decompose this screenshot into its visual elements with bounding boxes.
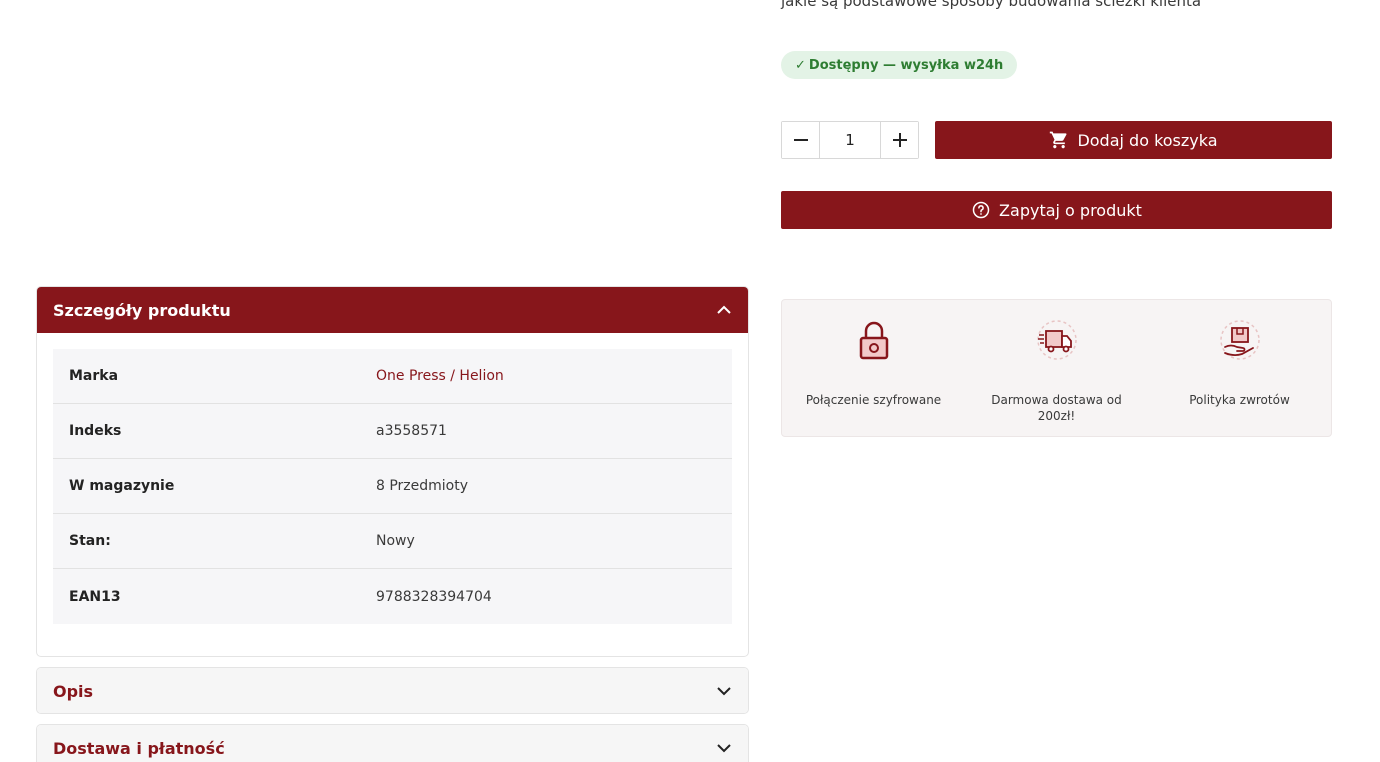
row-label: EAN13 bbox=[69, 588, 121, 605]
reassurance-item-returns: Polityka zwrotów bbox=[1148, 318, 1331, 436]
availability-text: Dostępny — wysyłka w24h bbox=[808, 57, 1004, 73]
padlock-icon bbox=[859, 321, 888, 360]
description-accordion: Opis bbox=[36, 667, 749, 714]
quantity-stepper bbox=[781, 121, 919, 159]
help-circle-icon bbox=[972, 201, 990, 219]
ask-about-product-button[interactable]: Zapytaj o produkt bbox=[781, 191, 1332, 229]
product-details-accordion: Szczegóły produktu Marka One Press / Hel… bbox=[36, 286, 749, 657]
product-details-table: Marka One Press / Helion Indeks a3558571… bbox=[53, 349, 732, 624]
shipping-payment-title: Dostawa i płatność bbox=[53, 738, 225, 758]
table-row: Indeks a3558571 bbox=[53, 404, 732, 459]
add-to-cart-label: Dodaj do koszyka bbox=[1077, 130, 1218, 150]
brand-link[interactable]: One Press / Helion bbox=[376, 368, 504, 384]
description-title: Opis bbox=[53, 681, 94, 701]
add-to-cart-button[interactable]: Dodaj do koszyka bbox=[935, 121, 1332, 159]
table-row: EAN13 9788328394704 bbox=[53, 569, 732, 624]
row-label: Marka bbox=[69, 368, 119, 384]
return-box-icon bbox=[1219, 320, 1260, 360]
row-value: 8 Przedmioty bbox=[376, 478, 469, 494]
product-description-snippet: jakie są podstawowe sposoby budowania śc… bbox=[781, 0, 1202, 10]
chevron-down-icon bbox=[717, 744, 731, 753]
table-row: Stan: Nowy bbox=[53, 514, 732, 569]
check-icon: ✓ bbox=[795, 57, 806, 73]
reassurance-label: Polityka zwrotów bbox=[1189, 393, 1290, 407]
chevron-down-icon bbox=[717, 687, 731, 696]
table-row: W magazynie 8 Przedmioty bbox=[53, 459, 732, 514]
row-label: Indeks bbox=[69, 423, 122, 439]
shipping-payment-accordion: Dostawa i płatność bbox=[36, 724, 749, 762]
row-value: 9788328394704 bbox=[376, 588, 492, 605]
plus-icon bbox=[892, 133, 907, 147]
row-label: W magazynie bbox=[69, 478, 175, 494]
shipping-payment-header[interactable]: Dostawa i płatność bbox=[37, 725, 748, 762]
product-details-title: Szczegóły produktu bbox=[53, 300, 231, 320]
row-value: Nowy bbox=[376, 533, 415, 549]
quantity-decrease-button[interactable] bbox=[782, 122, 819, 158]
availability-badge: ✓ Dostępny — wysyłka w24h bbox=[781, 51, 1018, 79]
product-details-header[interactable]: Szczegóły produktu bbox=[37, 287, 748, 333]
table-row: Marka One Press / Helion bbox=[53, 349, 732, 404]
reassurance-label: Darmowa dostawa od 200zł! bbox=[991, 393, 1122, 423]
row-label: Stan: bbox=[69, 533, 111, 549]
delivery-truck-icon bbox=[1036, 320, 1077, 360]
ask-about-product-label: Zapytaj o produkt bbox=[999, 200, 1142, 220]
reassurance-label: Połączenie szyfrowane bbox=[805, 393, 942, 407]
quantity-increase-button[interactable] bbox=[881, 122, 918, 158]
row-value: a3558571 bbox=[376, 423, 447, 439]
reassurance-item-secure: Połączenie szyfrowane bbox=[782, 318, 965, 436]
minus-icon bbox=[793, 139, 808, 141]
reassurance-item-delivery: Darmowa dostawa od 200zł! bbox=[965, 318, 1148, 436]
description-header[interactable]: Opis bbox=[37, 668, 748, 713]
shopping-cart-icon bbox=[1050, 131, 1067, 149]
quantity-input[interactable] bbox=[819, 122, 881, 158]
chevron-up-icon bbox=[717, 305, 731, 314]
reassurance-block: Połączenie szyfrowane Darmowa dostawa od… bbox=[781, 299, 1332, 437]
